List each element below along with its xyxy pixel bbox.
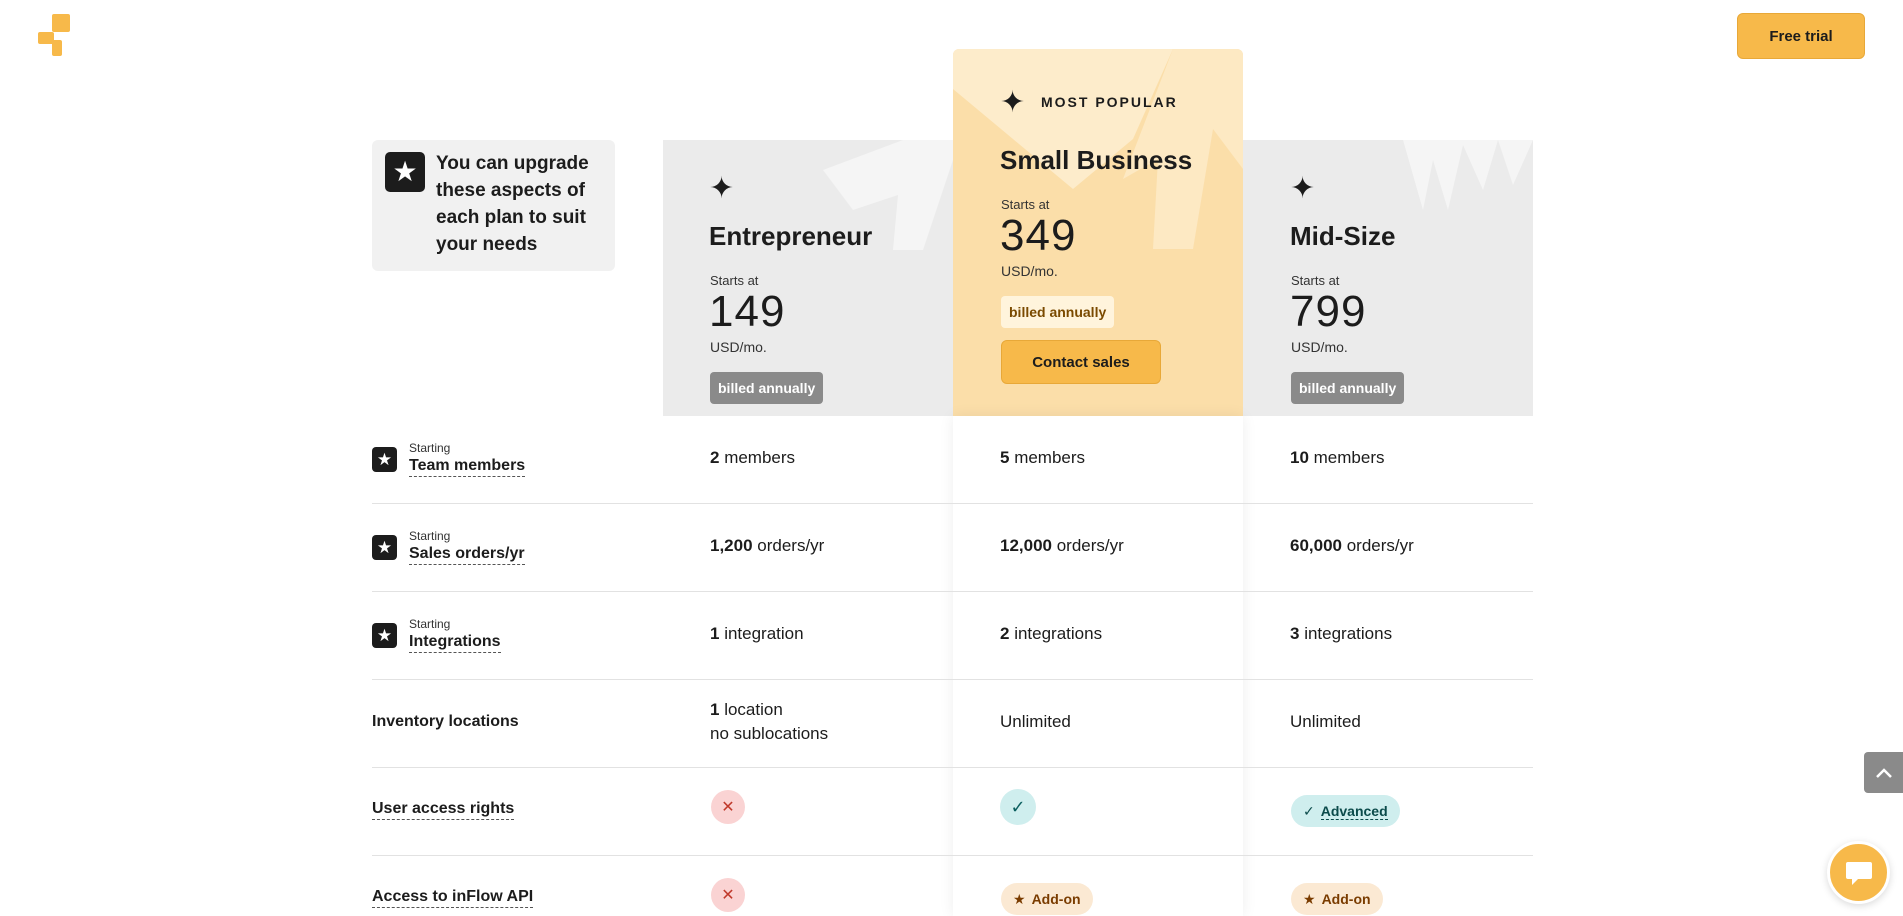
cell-orders-entrepreneur: 1,200 orders/yr [710,536,825,555]
cell-team-small-business: 5 members [1000,448,1086,467]
price-unit: USD/mo. [710,339,767,355]
row-divider [372,591,1533,592]
free-trial-button[interactable]: Free trial [1737,13,1865,59]
cell-integrations-small-business: 2 integrations [1000,624,1103,643]
cell-locations-small-business: Unlimited [1000,712,1071,731]
row-label-api-access[interactable]: Access to inFlow API [372,888,534,908]
addon-pill[interactable]: ★ Add-on [1001,883,1093,915]
chat-bubble-icon [1845,861,1872,885]
plan-name-mid-size: Mid-Size [1290,221,1396,251]
cell-integrations-mid-size: 3 integrations [1290,624,1393,643]
advanced-pill-label: Advanced [1320,802,1388,820]
plan-name-small-business: Small Business [1000,145,1193,175]
chat-button[interactable] [1827,841,1890,904]
plan-name-entrepreneur: Entrepreneur [709,221,873,251]
row-divider [372,767,1533,768]
star-icon: ★ [1303,890,1316,907]
row-divider [372,679,1533,680]
advanced-pill[interactable]: ✓ Advanced [1291,795,1400,827]
row-label-team-members[interactable]: Team members [409,457,526,477]
starts-at-label: Starts at [710,273,759,288]
row-label-inventory-locations: Inventory locations [372,713,519,730]
scroll-to-top-button[interactable] [1864,752,1903,793]
plan-price-small-business: 349 [1000,211,1077,260]
cell-orders-small-business: 12,000 orders/yr [1000,536,1124,555]
row-label-user-access-rights[interactable]: User access rights [372,800,515,820]
plan-price-mid-size: 799 [1290,287,1367,336]
addon-pill-label: Add-on [1321,891,1371,907]
cell-locations-entrepreneur: 1 location no sublocations [710,700,829,743]
star-icon: ★ [385,152,425,192]
cell-team-entrepreneur: 2 members [710,448,796,467]
x-icon: ✕ [711,878,745,912]
row-label-integrations[interactable]: Integrations [409,633,501,653]
most-popular-badge: MOST POPULAR [1041,94,1178,110]
sparkle-icon: ✦ [1000,86,1026,119]
starts-at-label: Starts at [1001,197,1050,212]
row-divider [372,855,1533,856]
star-icon: ★ [372,447,397,472]
chevron-up-icon [1875,767,1892,778]
star-icon: ★ [372,535,397,560]
star-icon: ★ [372,623,397,648]
billed-annually-badge: billed annually [1291,372,1405,404]
addon-pill-label: Add-on [1031,891,1081,907]
sparkle-icon: ✦ [709,172,735,205]
cell-integrations-entrepreneur: 1 integration [710,624,804,643]
row-prefix: Starting [409,441,451,455]
sparkle-icon: ✦ [1290,172,1316,205]
x-icon: ✕ [711,790,745,824]
plan-price-entrepreneur: 149 [709,287,786,336]
billed-annually-badge: billed annually [1001,296,1115,328]
row-prefix: Starting [409,529,451,543]
cell-team-mid-size: 10 members [1290,448,1385,467]
price-unit: USD/mo. [1291,339,1348,355]
price-unit: USD/mo. [1001,263,1058,279]
star-icon: ★ [1013,890,1026,907]
inflow-logo[interactable] [38,14,72,56]
cell-orders-mid-size: 60,000 orders/yr [1290,536,1414,555]
row-label-sales-orders[interactable]: Sales orders/yr [409,545,525,565]
row-divider [372,503,1533,504]
row-prefix: Starting [409,617,451,631]
check-icon: ✓ [1303,802,1315,819]
upgrade-info-text: You can upgrade these aspects of each pl… [436,153,589,255]
addon-pill[interactable]: ★ Add-on [1291,883,1383,915]
contact-sales-button[interactable]: Contact sales [1001,340,1161,384]
plan-column-small-business-body [953,416,1243,916]
upgrade-info-box: ★ You can upgrade these aspects of each … [372,140,615,271]
billed-annually-badge: billed annually [710,372,824,404]
check-icon: ✓ [1000,789,1036,825]
cell-locations-mid-size: Unlimited [1290,712,1361,731]
starts-at-label: Starts at [1291,273,1340,288]
